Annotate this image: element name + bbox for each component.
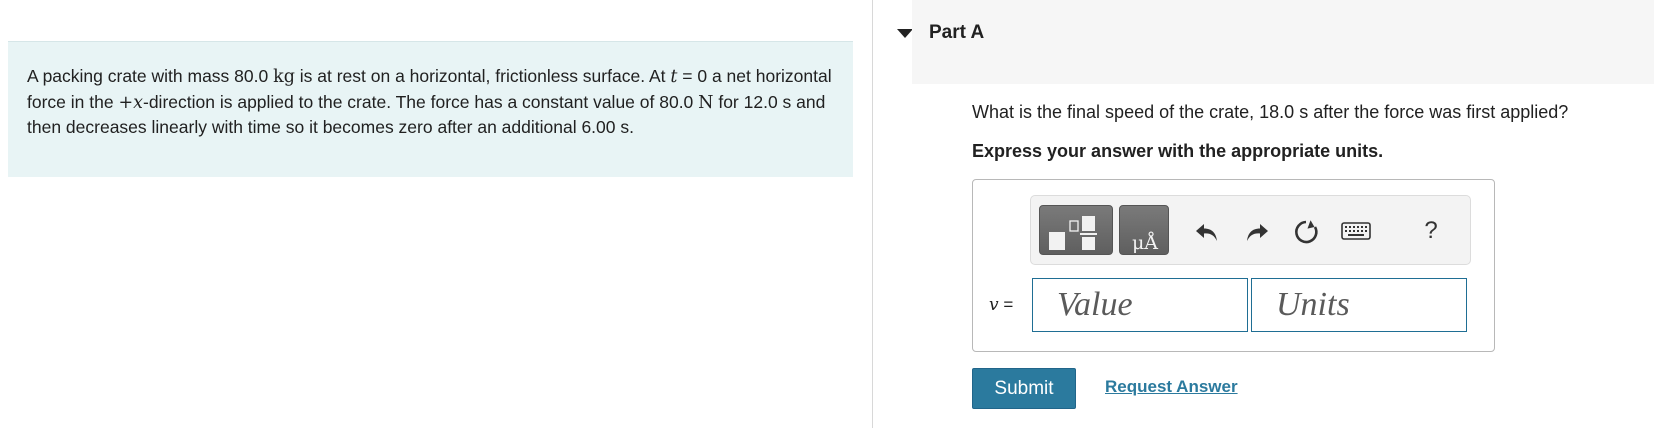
value-input[interactable] bbox=[1032, 278, 1248, 332]
problem-pane: A packing crate with mass 80.0 kg is at … bbox=[0, 0, 872, 428]
reset-icon[interactable] bbox=[1291, 218, 1321, 246]
answer-variable: v bbox=[989, 295, 999, 315]
request-answer-link[interactable]: Request Answer bbox=[1105, 377, 1238, 397]
problem-text-segment: A packing crate with mass 80.0 bbox=[27, 66, 274, 86]
question-text: What is the final speed of the crate, 18… bbox=[972, 102, 1569, 122]
part-title: Part A bbox=[929, 22, 985, 43]
units-button[interactable]: μÅ bbox=[1119, 205, 1169, 255]
part-header[interactable]: Part A bbox=[912, 0, 1654, 84]
redo-icon[interactable] bbox=[1241, 218, 1271, 246]
problem-statement-box: A packing crate with mass 80.0 kg is at … bbox=[8, 41, 853, 177]
undo-icon[interactable] bbox=[1193, 218, 1223, 246]
unit-kg: kg bbox=[273, 67, 295, 87]
direction-plus-x: +x bbox=[118, 92, 143, 113]
equals-sign: = bbox=[998, 295, 1014, 314]
keyboard-icon[interactable] bbox=[1341, 221, 1371, 249]
answer-box: μÅ ? v = Value Units bbox=[972, 179, 1495, 352]
templates-button[interactable] bbox=[1039, 205, 1113, 255]
problem-statement: A packing crate with mass 80.0 kg is at … bbox=[27, 64, 835, 140]
unit-n: N bbox=[698, 92, 714, 113]
units-input[interactable] bbox=[1251, 278, 1467, 332]
math-toolbar: μÅ ? bbox=[1030, 195, 1471, 265]
problem-text-segment: -direction is applied to the crate. The … bbox=[143, 91, 699, 112]
answer-variable-label: v = bbox=[989, 295, 1013, 315]
units-glyph: μÅ bbox=[1132, 232, 1158, 254]
problem-text-segment: is at rest on a horizontal, frictionless… bbox=[294, 66, 671, 86]
fraction-template-icon bbox=[1049, 216, 1097, 250]
submit-button[interactable]: Submit bbox=[972, 368, 1076, 409]
collapse-caret-icon[interactable] bbox=[897, 29, 913, 38]
answer-pane: Part A What is the final speed of the cr… bbox=[873, 0, 1654, 428]
units-angstrom-icon: μÅ bbox=[1132, 232, 1158, 254]
instruction-text: Express your answer with the appropriate… bbox=[972, 141, 1384, 161]
help-button[interactable]: ? bbox=[1421, 217, 1441, 245]
